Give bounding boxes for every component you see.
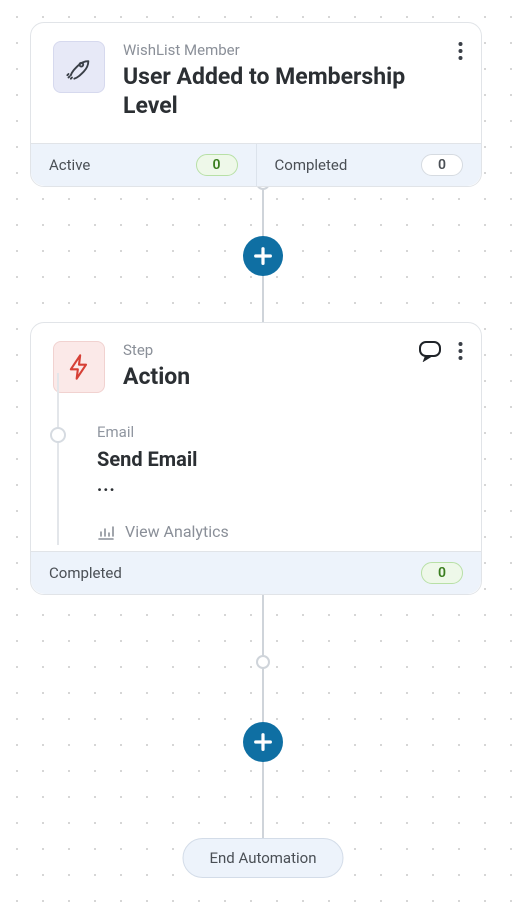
action-title: Action: [123, 363, 190, 392]
action-substeps: Email Send Email ... View Analytics: [57, 393, 481, 551]
substep-line: [57, 373, 59, 545]
trigger-menu-button[interactable]: [454, 37, 467, 69]
trigger-card[interactable]: WishList Member User Added to Membership…: [30, 22, 482, 187]
add-step-button[interactable]: [243, 722, 283, 762]
trigger-active-count: 0: [196, 154, 238, 176]
view-analytics-link[interactable]: View Analytics: [97, 522, 481, 541]
view-analytics-label: View Analytics: [125, 522, 229, 541]
trigger-completed-stat: Completed 0: [256, 144, 482, 186]
add-step-button[interactable]: [243, 236, 283, 276]
substep-title: Send Email: [97, 447, 481, 471]
action-card[interactable]: Step Action Email: [30, 322, 482, 595]
end-automation-badge[interactable]: End Automation: [183, 838, 344, 878]
connector-node: [256, 655, 270, 669]
rocket-icon: [53, 41, 105, 93]
substep-detail: ...: [97, 475, 481, 496]
lightning-icon: [53, 341, 105, 393]
trigger-title: User Added to Membership Level: [123, 63, 459, 121]
trigger-eyebrow: WishList Member: [123, 41, 459, 59]
end-automation-label: End Automation: [210, 849, 317, 867]
comment-icon[interactable]: [418, 340, 442, 366]
substep-node: [50, 427, 66, 443]
trigger-completed-label: Completed: [275, 156, 348, 174]
action-menu-button[interactable]: [454, 337, 467, 369]
action-completed-label: Completed: [49, 564, 122, 582]
automation-canvas: WishList Member User Added to Membership…: [0, 0, 526, 903]
action-eyebrow: Step: [123, 341, 190, 359]
trigger-completed-count: 0: [421, 154, 463, 176]
trigger-active-stat: Active 0: [31, 144, 256, 186]
trigger-active-label: Active: [49, 156, 90, 174]
action-completed-count: 0: [421, 562, 463, 584]
action-completed-stat: Completed 0: [31, 552, 481, 594]
substep-eyebrow: Email: [97, 423, 481, 441]
